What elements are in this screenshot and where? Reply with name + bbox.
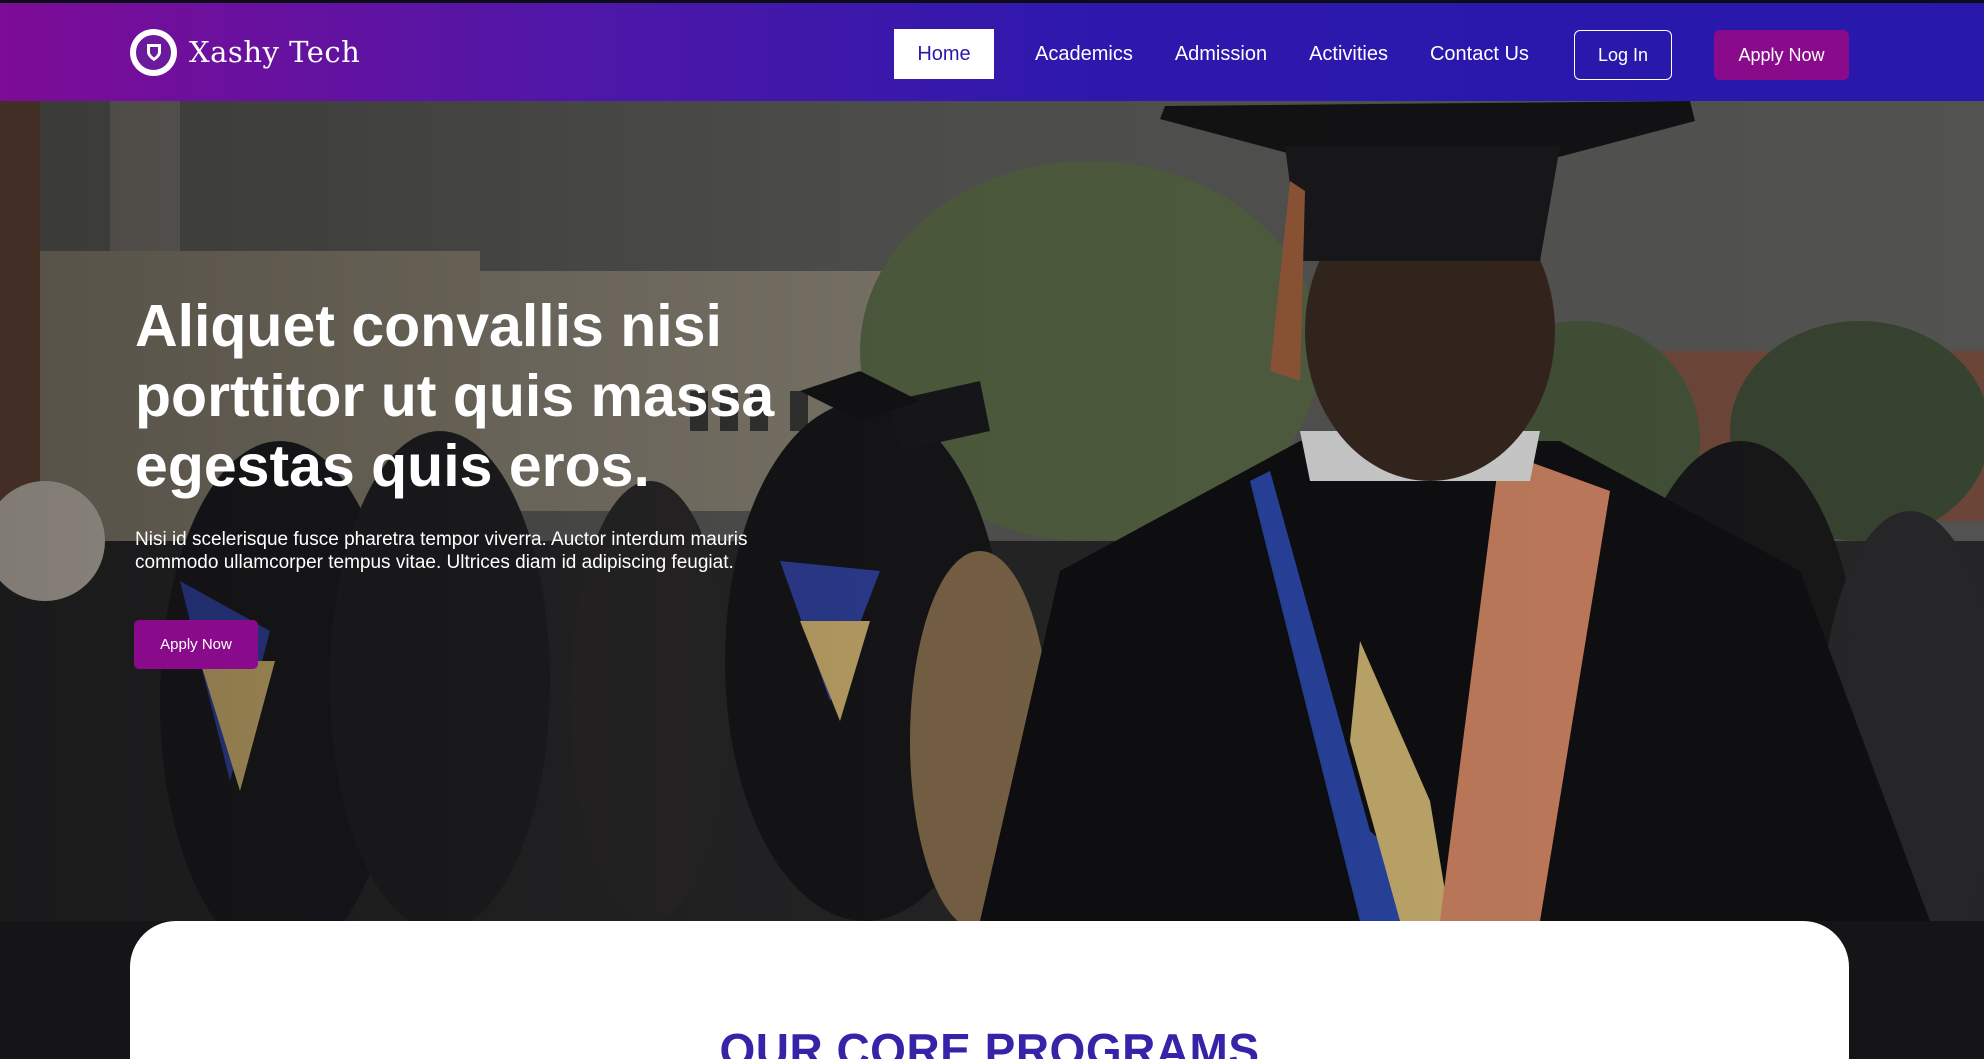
- nav-admission[interactable]: Admission: [1175, 29, 1267, 79]
- login-button[interactable]: Log In: [1574, 30, 1672, 80]
- programs-title: OUR CORE PROGRAMS: [719, 1024, 1260, 1059]
- programs-section: OUR CORE PROGRAMS: [130, 921, 1849, 1059]
- hero-description: Nisi id scelerisque fusce pharetra tempo…: [135, 529, 748, 573]
- hero-title: Aliquet convallis nisi porttitor ut quis…: [135, 293, 775, 499]
- hero-section: Aliquet convallis nisi porttitor ut quis…: [0, 101, 1984, 921]
- crest-logo-icon: [130, 28, 177, 76]
- nav-home[interactable]: Home: [894, 29, 994, 79]
- apply-now-button[interactable]: Apply Now: [1714, 30, 1849, 80]
- nav-contact-us[interactable]: Contact Us: [1430, 29, 1529, 79]
- top-navbar: Xashy Tech Home Academics Admission Acti…: [0, 0, 1984, 101]
- main-nav: Home Academics Admission Activities Cont…: [894, 29, 1529, 79]
- nav-academics[interactable]: Academics: [1035, 29, 1133, 79]
- brand-name: Xashy Tech: [189, 35, 361, 69]
- hero-apply-now-button[interactable]: Apply Now: [134, 620, 258, 669]
- nav-activities[interactable]: Activities: [1309, 29, 1388, 79]
- brand[interactable]: Xashy Tech: [130, 28, 360, 76]
